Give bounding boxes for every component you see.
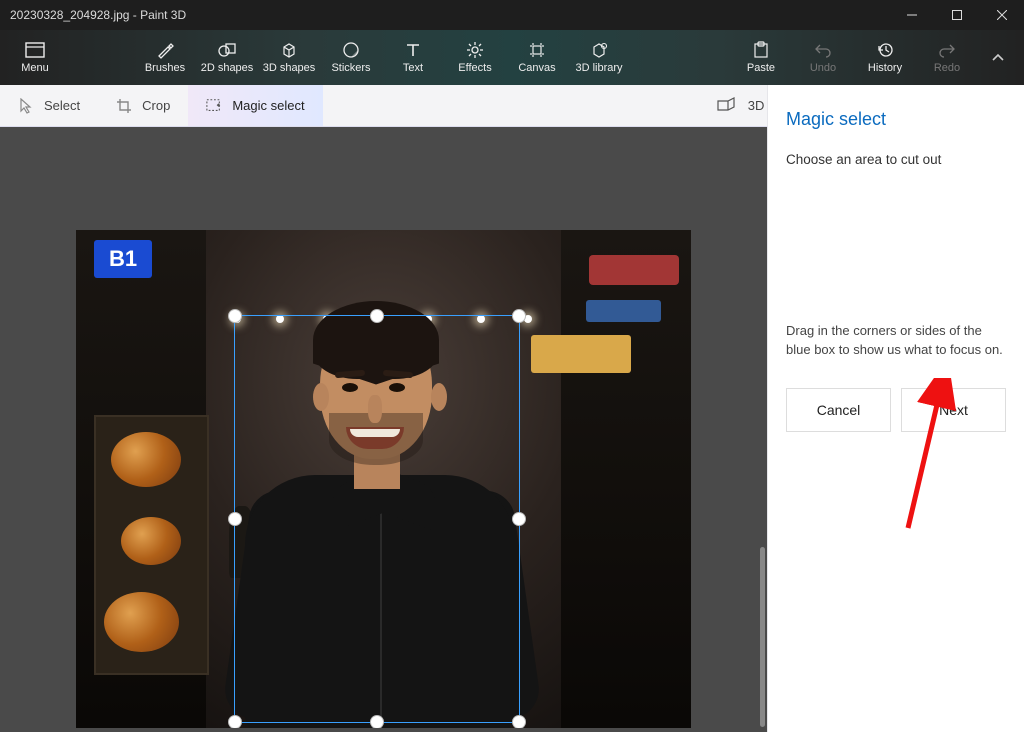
paste-button[interactable]: Paste bbox=[730, 30, 792, 85]
redo-button: Redo bbox=[916, 30, 978, 85]
photo-menu-board bbox=[94, 415, 209, 675]
maximize-button[interactable] bbox=[934, 0, 979, 30]
next-button[interactable]: Next bbox=[901, 388, 1006, 432]
canvas-icon bbox=[527, 41, 547, 59]
3d-library-label: 3D library bbox=[575, 62, 622, 74]
2d-shapes-label: 2D shapes bbox=[201, 62, 254, 74]
effects-icon bbox=[465, 41, 485, 59]
canvas-button[interactable]: Canvas bbox=[506, 30, 568, 85]
selection-handle-top-left[interactable] bbox=[228, 309, 242, 323]
paste-icon bbox=[751, 41, 771, 59]
next-label: Next bbox=[939, 402, 968, 418]
canvas-image[interactable]: B1 bbox=[76, 230, 691, 728]
undo-icon bbox=[813, 41, 833, 59]
selection-handle-bottom-mid[interactable] bbox=[370, 715, 384, 728]
3d-view-icon bbox=[716, 97, 736, 114]
3d-shapes-label: 3D shapes bbox=[263, 62, 316, 74]
photo-neon-sign bbox=[589, 255, 679, 285]
canvas-label: Canvas bbox=[518, 62, 555, 74]
paste-label: Paste bbox=[747, 62, 775, 74]
3d-library-icon bbox=[589, 41, 609, 59]
stickers-label: Stickers bbox=[331, 62, 370, 74]
brushes-icon bbox=[155, 41, 175, 59]
3d-shapes-icon bbox=[279, 41, 299, 59]
panel-instructions: Drag in the corners or sides of the blue… bbox=[786, 322, 1006, 360]
2d-shapes-button[interactable]: 2D shapes bbox=[196, 30, 258, 85]
text-label: Text bbox=[403, 62, 423, 74]
undo-label: Undo bbox=[810, 62, 836, 74]
selection-handle-mid-left[interactable] bbox=[228, 512, 242, 526]
photo-sign-b1: B1 bbox=[94, 240, 152, 278]
text-button[interactable]: Text bbox=[382, 30, 444, 85]
menu-label: Menu bbox=[21, 62, 49, 74]
magic-select-icon bbox=[206, 98, 222, 114]
stickers-icon bbox=[341, 41, 361, 59]
undo-button: Undo bbox=[792, 30, 854, 85]
redo-label: Redo bbox=[934, 62, 960, 74]
crop-icon bbox=[116, 98, 132, 114]
magic-select-panel: Magic select Choose an area to cut out D… bbox=[767, 85, 1024, 732]
panel-title: Magic select bbox=[786, 109, 1006, 130]
ribbon-collapse-button[interactable] bbox=[978, 30, 1018, 85]
selection-handle-top-mid[interactable] bbox=[370, 309, 384, 323]
magic-select-label: Magic select bbox=[232, 98, 304, 113]
menu-icon bbox=[25, 41, 45, 59]
selection-handle-top-right[interactable] bbox=[512, 309, 526, 323]
history-label: History bbox=[868, 62, 902, 74]
3d-shapes-button[interactable]: 3D shapes bbox=[258, 30, 320, 85]
close-button[interactable] bbox=[979, 0, 1024, 30]
magic-select-bounding-box[interactable] bbox=[234, 315, 520, 723]
canvas-workspace[interactable]: B1 bbox=[0, 127, 767, 732]
cancel-button[interactable]: Cancel bbox=[786, 388, 891, 432]
select-tool-button[interactable]: Select bbox=[0, 85, 98, 126]
panel-subtitle: Choose an area to cut out bbox=[786, 152, 1006, 167]
3d-library-button[interactable]: 3D library bbox=[568, 30, 630, 85]
photo-neon-sign-2 bbox=[586, 300, 661, 322]
panel-buttons: Cancel Next bbox=[786, 388, 1006, 432]
cancel-label: Cancel bbox=[817, 402, 861, 418]
select-label: Select bbox=[44, 98, 80, 113]
vertical-scrollbar[interactable] bbox=[760, 547, 765, 727]
brushes-button[interactable]: Brushes bbox=[134, 30, 196, 85]
crop-tool-button[interactable]: Crop bbox=[98, 85, 188, 126]
brushes-label: Brushes bbox=[145, 62, 185, 74]
text-icon bbox=[403, 41, 423, 59]
selection-handle-mid-right[interactable] bbox=[512, 512, 526, 526]
effects-button[interactable]: Effects bbox=[444, 30, 506, 85]
history-button[interactable]: History bbox=[854, 30, 916, 85]
selection-handle-bottom-left[interactable] bbox=[228, 715, 242, 728]
effects-label: Effects bbox=[458, 62, 491, 74]
window-controls bbox=[889, 0, 1024, 30]
title-bar: 20230328_204928.jpg - Paint 3D bbox=[0, 0, 1024, 30]
minimize-button[interactable] bbox=[889, 0, 934, 30]
cursor-icon bbox=[18, 98, 34, 114]
chevron-up-icon bbox=[991, 51, 1005, 65]
2d-shapes-icon bbox=[217, 41, 237, 59]
stickers-button[interactable]: Stickers bbox=[320, 30, 382, 85]
crop-label: Crop bbox=[142, 98, 170, 113]
menu-button[interactable]: Menu bbox=[6, 30, 64, 85]
selection-handle-bottom-right[interactable] bbox=[512, 715, 526, 728]
window-title: 20230328_204928.jpg - Paint 3D bbox=[10, 8, 889, 22]
magic-select-tool-button[interactable]: Magic select bbox=[188, 85, 322, 126]
history-icon bbox=[875, 41, 895, 59]
ribbon-toolbar: Menu Brushes 2D shapes 3D shapes Sticker… bbox=[0, 30, 1024, 85]
redo-icon bbox=[937, 41, 957, 59]
